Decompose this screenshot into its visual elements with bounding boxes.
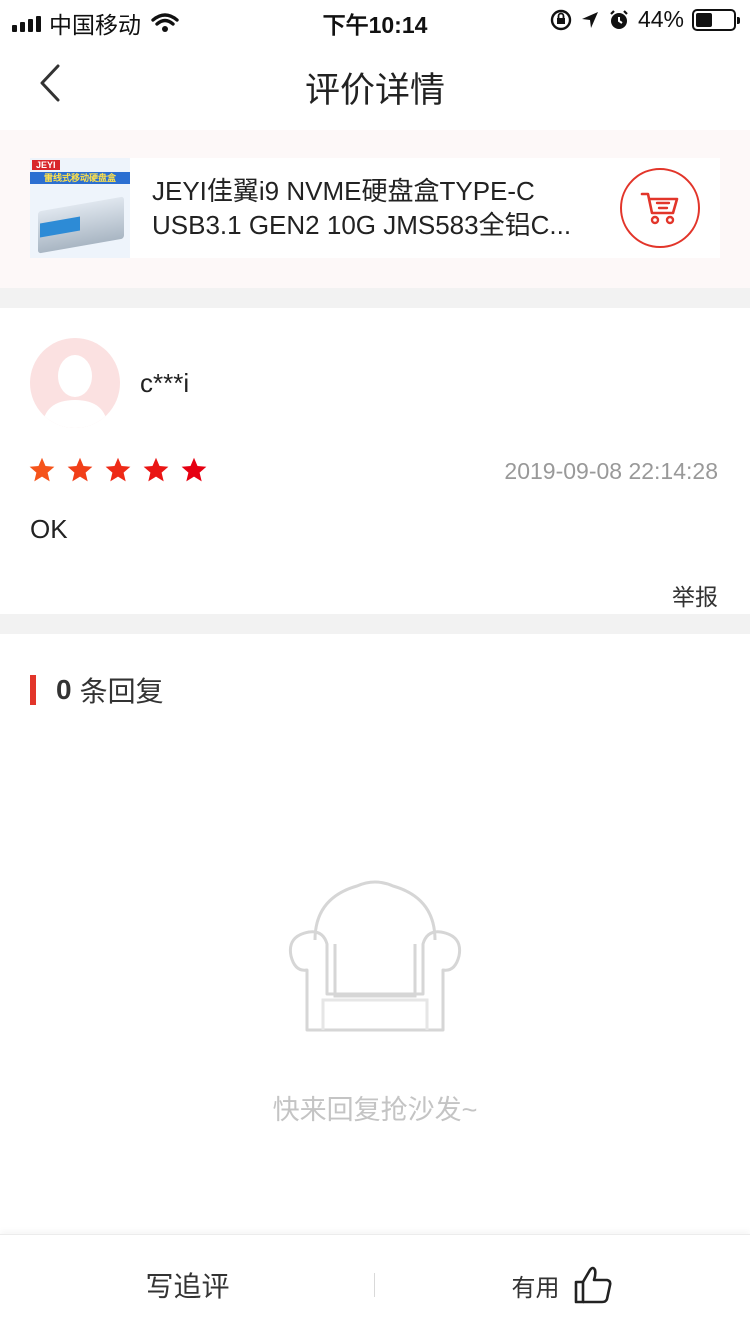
- empty-replies-text: 快来回复抢沙发~: [272, 1095, 478, 1125]
- battery-icon: [692, 8, 740, 31]
- replies-header: 0 条回复: [30, 674, 164, 707]
- product-image-brand: JEYI: [32, 160, 60, 170]
- battery-fill: [696, 12, 712, 27]
- star-icon: [105, 457, 131, 482]
- product-card[interactable]: JEYI 雷线式移动硬盘盒 JEYI佳翼i9 NVME硬盘盒TYPE-C USB…: [30, 158, 720, 258]
- avatar: [30, 338, 120, 428]
- reply-count: 0: [56, 674, 72, 705]
- review-time: 2019-09-08 22:14:28: [504, 458, 718, 484]
- rating-stars: [28, 456, 208, 484]
- star-icon: [181, 457, 207, 482]
- useful-label: 有用: [511, 1274, 560, 1302]
- alarm-icon: [610, 9, 628, 29]
- product-image: JEYI 雷线式移动硬盘盒: [30, 158, 130, 258]
- add-to-cart-button[interactable]: [620, 168, 700, 248]
- useful-button[interactable]: 有用: [375, 1235, 750, 1334]
- sofa-icon: [288, 880, 462, 1032]
- product-image-tagline: 雷线式移动硬盘盒: [30, 172, 130, 184]
- page-title: 评价详情: [304, 71, 445, 110]
- section-divider: [0, 614, 750, 634]
- status-bar: 中国移动 下午10:14 44%: [0, 0, 750, 40]
- reviewer-name: c***i: [140, 368, 190, 398]
- review-card: c***i 2019-09-08 22:14:28 OK 举报: [0, 308, 750, 614]
- star-icon: [29, 457, 55, 482]
- nav-bar: 评价详情: [0, 40, 750, 130]
- write-follow-up-review-button[interactable]: 写追评: [0, 1235, 375, 1334]
- section-divider: [0, 288, 750, 308]
- bottom-action-bar: 写追评 有用: [0, 1234, 750, 1334]
- star-icon: [67, 457, 93, 482]
- cart-icon: [640, 192, 679, 225]
- report-button[interactable]: 举报: [672, 578, 718, 612]
- location-arrow-icon: [581, 11, 598, 28]
- user-silhouette-icon: [42, 355, 108, 428]
- thumbs-up-icon: [574, 1266, 611, 1304]
- rotation-lock-icon: [550, 9, 572, 30]
- accent-bar: [30, 675, 36, 705]
- review-content: OK: [30, 514, 68, 544]
- battery-percentage: 44%: [637, 6, 684, 32]
- product-section: JEYI 雷线式移动硬盘盒 JEYI佳翼i9 NVME硬盘盒TYPE-C USB…: [0, 130, 750, 288]
- product-name: JEYI佳翼i9 NVME硬盘盒TYPE-C USB3.1 GEN2 10G J…: [152, 176, 572, 240]
- star-icon: [143, 457, 169, 482]
- reply-label: 条回复: [79, 676, 164, 707]
